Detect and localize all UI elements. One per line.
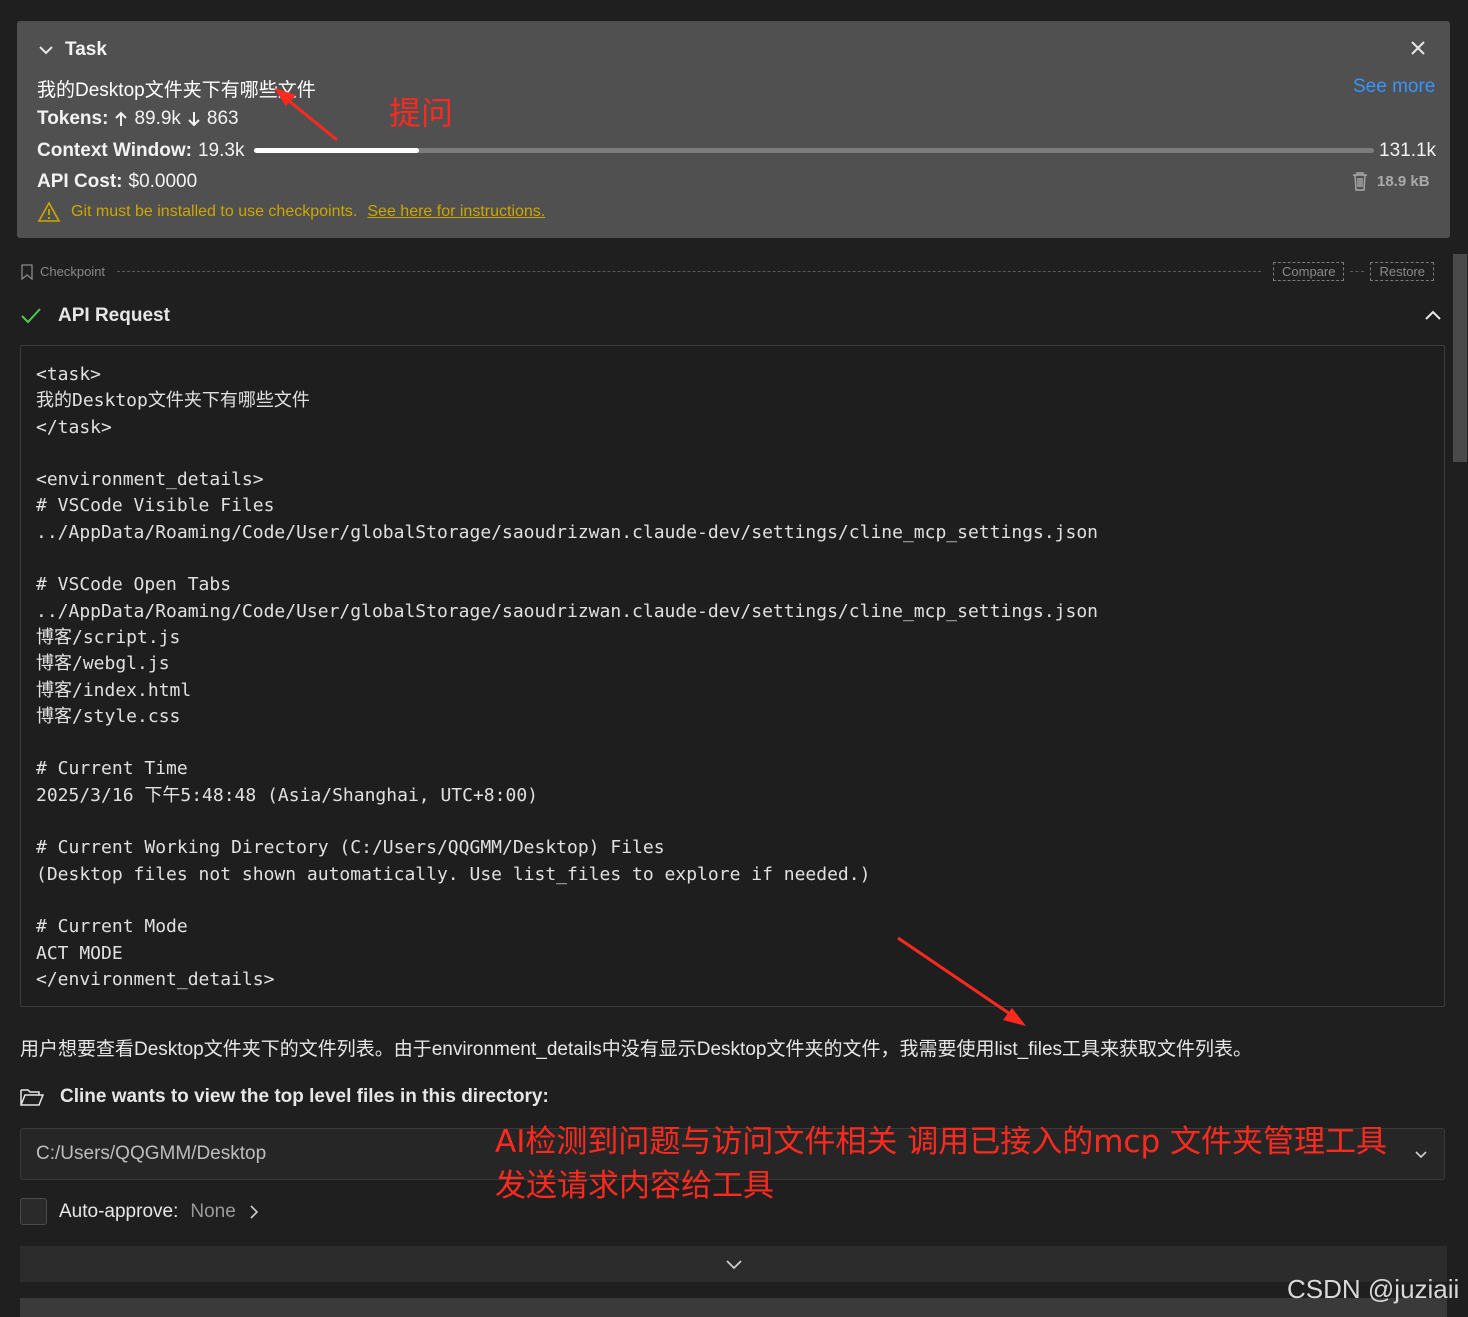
annotation-arrow-tool	[897, 936, 1026, 1026]
annotation-ai-line2: 发送请求内容给工具	[495, 1168, 774, 1204]
annotation-question: 提问	[389, 94, 454, 132]
watermark: CSDN @juziaii	[1287, 1274, 1460, 1304]
annotation-arrow-question	[274, 88, 338, 142]
annotation-ai-line1: AI检测到问题与访问文件相关 调用已接入的mcp 文件夹管理工具	[495, 1124, 1387, 1160]
annotation-ai: AI检测到问题与访问文件相关 调用已接入的mcp 文件夹管理工具 发送请求内容给…	[495, 1120, 1387, 1208]
